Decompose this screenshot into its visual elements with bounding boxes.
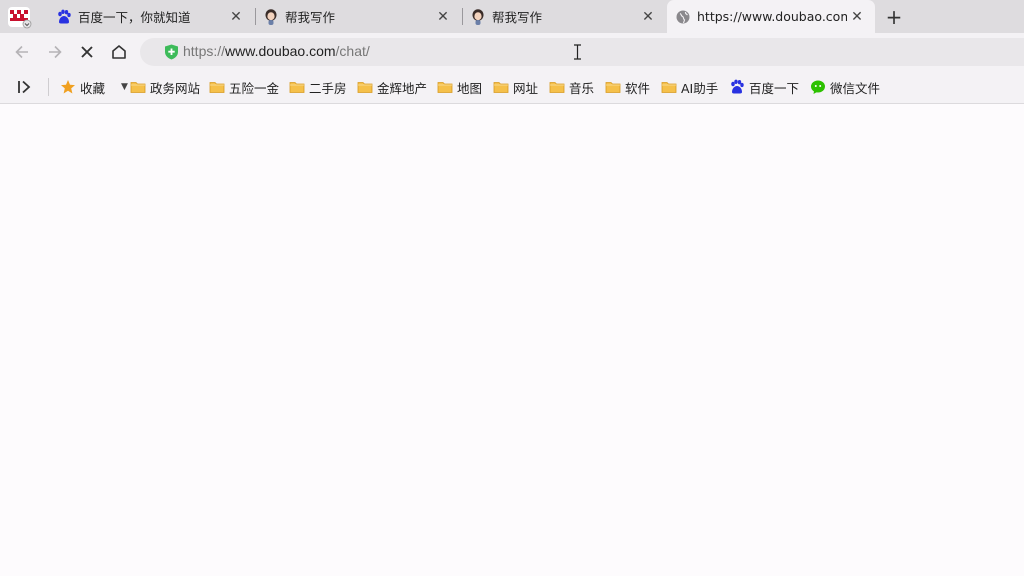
arrow-right-icon	[49, 45, 62, 59]
home-icon	[112, 45, 126, 59]
bookmark-label: 五险一金	[229, 80, 280, 96]
bookmark-label: 音乐	[569, 80, 595, 96]
bookmark-wechat-files[interactable]: 微信文件	[810, 77, 880, 97]
doubao-avatar-icon	[472, 8, 484, 25]
folder-icon	[289, 82, 305, 93]
url-host: www.doubao.com	[225, 43, 336, 59]
bookmark-label: 微信文件	[830, 80, 881, 96]
page-content-blank	[0, 104, 1024, 576]
bookmark-label: 百度一下	[749, 80, 800, 96]
new-tab-button[interactable]: +	[882, 5, 906, 29]
bookmark-folder[interactable]: 政务网站	[130, 77, 200, 97]
url-scheme: https://	[183, 43, 226, 59]
browser-logo-icon[interactable]	[6, 4, 32, 30]
bookmark-label: 网址	[513, 80, 539, 96]
bookmark-favorites[interactable]: 收藏 ▼	[60, 77, 128, 97]
stop-loading-button[interactable]	[74, 39, 100, 65]
bookmark-folder[interactable]: 软件	[605, 77, 650, 97]
tab-baidu[interactable]: 百度一下，你就知道 ✕	[48, 0, 254, 33]
bookmark-folder[interactable]: AI助手	[661, 77, 718, 97]
secure-shield-icon	[165, 44, 178, 60]
bookmark-folder[interactable]: 金辉地产	[357, 77, 427, 97]
address-bar[interactable]: https://www.doubao.com/chat/	[140, 38, 1024, 66]
close-icon[interactable]: ✕	[638, 7, 658, 27]
baidu-paw-icon	[731, 79, 744, 94]
bookmarks-bar: 收藏 ▼ 政务网站 五险一金 二手房 金辉地产 地图 网址 音乐 软件 AI助手	[0, 70, 1024, 104]
bookmark-folder[interactable]: 网址	[493, 77, 538, 97]
baidu-paw-icon	[58, 9, 71, 24]
bookmark-label: 软件	[625, 80, 651, 96]
doubao-avatar-icon	[265, 8, 277, 25]
folder-icon	[493, 82, 509, 93]
folder-icon	[437, 82, 453, 93]
close-icon[interactable]: ✕	[433, 7, 453, 27]
bookmark-folder[interactable]: 五险一金	[209, 77, 279, 97]
url-path: /chat/	[335, 43, 370, 59]
text-cursor-icon	[574, 44, 581, 60]
folder-icon	[357, 82, 373, 93]
star-icon	[61, 80, 75, 94]
close-icon[interactable]: ✕	[226, 7, 246, 27]
bookmark-label: 政务网站	[150, 80, 201, 96]
bookmark-folder[interactable]: 地图	[437, 77, 482, 97]
bookmark-label: 地图	[457, 80, 483, 96]
folder-icon	[549, 82, 565, 93]
back-button[interactable]	[9, 39, 35, 65]
close-icon[interactable]: ✕	[847, 7, 867, 27]
bookmark-folder[interactable]: 二手房	[289, 77, 347, 97]
globe-icon	[676, 10, 690, 23]
tab-title: 帮我写作	[492, 10, 543, 25]
bookmarks-divider	[48, 78, 49, 96]
home-button[interactable]	[106, 39, 132, 65]
folder-icon	[130, 82, 146, 93]
tab-doubao-write-2[interactable]: 帮我写作 ✕	[462, 0, 666, 33]
tab-title: https://www.doubao.com/	[697, 9, 847, 24]
sidebar-toggle-icon[interactable]	[14, 78, 34, 96]
tab-doubao-active[interactable]: https://www.doubao.com/ ✕	[667, 0, 875, 33]
stop-x-icon	[81, 46, 93, 58]
forward-button[interactable]	[42, 39, 68, 65]
bookmark-baidu[interactable]: 百度一下	[729, 77, 799, 97]
folder-icon	[661, 82, 677, 93]
tab-doubao-write-1[interactable]: 帮我写作 ✕	[255, 0, 461, 33]
bookmark-label: 二手房	[309, 80, 347, 96]
bookmark-label: 收藏	[80, 80, 106, 96]
chevron-down-icon[interactable]: ▼	[121, 82, 128, 92]
bookmark-label: 金辉地产	[377, 80, 428, 96]
wechat-icon	[811, 80, 825, 94]
tab-title: 帮我写作	[285, 10, 336, 25]
navigation-toolbar: https://www.doubao.com/chat/	[0, 33, 1024, 70]
bookmark-label: AI助手	[681, 80, 719, 96]
arrow-left-icon	[15, 45, 28, 59]
url-text[interactable]: https://www.doubao.com/chat/	[183, 43, 370, 59]
tab-title: 百度一下，你就知道	[78, 10, 191, 25]
bookmark-folder[interactable]: 音乐	[549, 77, 594, 97]
tab-strip: 百度一下，你就知道 ✕ 帮我写作 ✕ 帮我写作 ✕ https://www.do…	[0, 0, 1024, 33]
folder-icon	[605, 82, 621, 93]
folder-icon	[209, 82, 225, 93]
